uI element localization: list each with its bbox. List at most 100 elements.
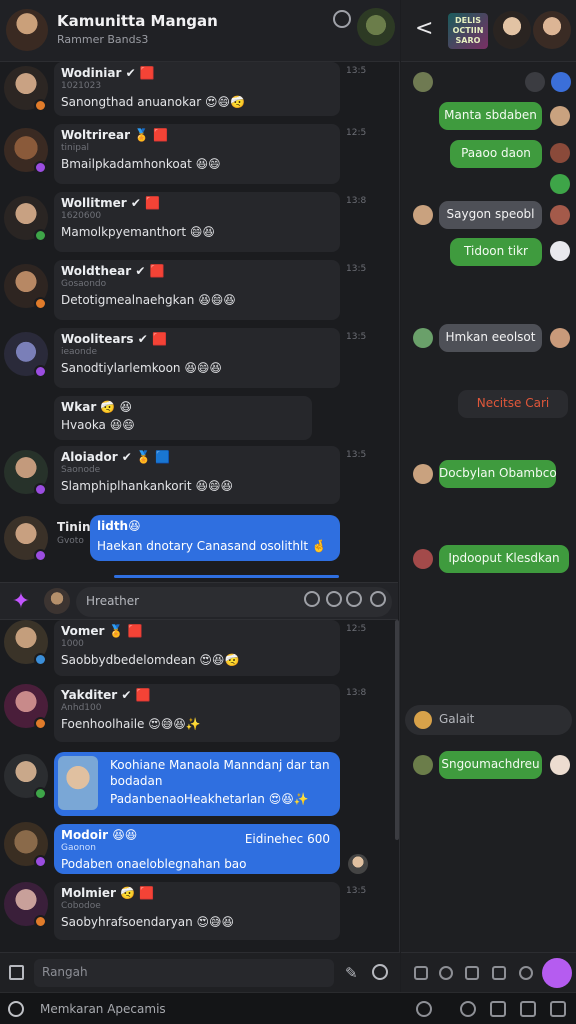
- chat-bubble[interactable]: Docbylan Obambco: [439, 460, 557, 488]
- message-text: Bmailpkadamhonkoat 😆😄: [61, 157, 221, 171]
- sticker-icon[interactable]: [492, 966, 506, 980]
- avatar[interactable]: [550, 328, 570, 348]
- message-meta: Anhd100: [61, 703, 102, 713]
- avatar[interactable]: [348, 854, 368, 874]
- highlighted-message[interactable]: Koohiane Manaola Manndanj dar tan bodada…: [54, 752, 340, 816]
- info-icon[interactable]: [8, 1001, 24, 1017]
- message-composer: Rangah ✎: [0, 952, 400, 992]
- message-text: Saobbydbedelomdean 😍😆🤕: [61, 653, 240, 667]
- back-icon[interactable]: <: [415, 16, 433, 41]
- status-badge: [34, 787, 47, 800]
- pen-icon[interactable]: ✎: [345, 964, 358, 982]
- message-card[interactable]: Woldthear ✔ 🟥 Gosaondo Detotigmealnaehgk…: [54, 260, 340, 320]
- message-right-label: Eidinehec 600: [244, 832, 330, 846]
- file-icon[interactable]: [465, 966, 479, 980]
- avatar[interactable]: [533, 11, 571, 49]
- avatar[interactable]: [413, 755, 433, 775]
- message-meta: ieaonde: [61, 347, 98, 357]
- emoji-icon[interactable]: [414, 711, 432, 729]
- send-button[interactable]: [542, 958, 572, 988]
- chat-bubble[interactable]: Paaoo daon: [450, 140, 542, 168]
- message-text: Podaben onaeloblegnahan bao: [61, 857, 247, 871]
- grid-icon[interactable]: [550, 1001, 566, 1017]
- message-text: PadanbenaoHeakhetarlan 😍😆✨: [110, 792, 309, 806]
- sparkle-icon[interactable]: ✦: [8, 589, 34, 615]
- dm-header: < DELIS OCTIIN SARO: [401, 0, 576, 62]
- avatar[interactable]: [550, 241, 570, 261]
- message-text: Haekan dnotary Canasand osolithlt 🤞: [97, 539, 327, 553]
- status-dot: [525, 72, 545, 92]
- message-input[interactable]: Rangah: [34, 959, 334, 987]
- message-meta: Gosaondo: [61, 279, 107, 289]
- dm-pane: < DELIS OCTIIN SARO Manta sbdaben Paaoo …: [401, 0, 576, 992]
- message-text: Sanongthad anuanokar 😍😄🤕: [61, 95, 245, 109]
- attach-icon[interactable]: [304, 591, 320, 607]
- info-icon[interactable]: [551, 72, 571, 92]
- avatar[interactable]: [493, 11, 531, 49]
- gif-icon[interactable]: [519, 966, 533, 980]
- image-icon[interactable]: [414, 966, 428, 980]
- message-card[interactable]: Wollitmer ✔ 🟥 1620600 Mamolkpyemanthort …: [54, 192, 340, 252]
- avatar[interactable]: [550, 174, 570, 194]
- dm-input[interactable]: Galait: [439, 712, 474, 726]
- chat-bubble[interactable]: Ipdooput Klesdkan: [439, 545, 569, 573]
- chat-bubble[interactable]: Hmkan eeolsot: [439, 324, 542, 352]
- menu-icon[interactable]: [9, 965, 24, 980]
- highlighted-message[interactable]: lidth😆 Haekan dnotary Canasand osolithlt…: [90, 515, 340, 561]
- reply-input[interactable]: Hreather: [76, 587, 392, 617]
- timestamp: 13:5: [346, 66, 367, 76]
- channel-avatar[interactable]: [6, 9, 48, 51]
- chat-bubble[interactable]: Manta sbdaben: [439, 102, 542, 130]
- channel-header: Kamunitta Mangan Rammer Bands3: [0, 0, 400, 62]
- message-card[interactable]: Vomer 🏅 🟥 1000 Saobbydbedelomdean 😍😆🤕: [54, 620, 340, 676]
- message-card[interactable]: Yakditer ✔ 🟥 Anhd100 Foenhoolhaile 😍😅😆✨: [54, 684, 340, 742]
- avatar[interactable]: [413, 464, 433, 484]
- highlighted-message[interactable]: Modoir 😆😆 Gaonon Eidinehec 600 Podaben o…: [54, 824, 340, 874]
- timestamp: 13:5: [346, 450, 367, 460]
- chevron-down-icon[interactable]: [370, 591, 386, 607]
- moon-icon[interactable]: [460, 1001, 476, 1017]
- chevron-down-icon[interactable]: [372, 964, 388, 980]
- avatar[interactable]: [413, 72, 433, 92]
- message-card[interactable]: Molmier 🤕 🟥 Cobodoe Saobyhrafsoendaryan …: [54, 882, 340, 940]
- attachment-thumbnail[interactable]: [58, 756, 98, 810]
- scrollbar[interactable]: [395, 620, 399, 840]
- chat-bubble[interactable]: Necitse Cari: [458, 390, 568, 418]
- author-name: Yakditer ✔ 🟥: [61, 688, 151, 702]
- avatar[interactable]: [413, 328, 433, 348]
- close-icon[interactable]: [520, 1001, 536, 1017]
- dm-toolbar: [401, 952, 576, 992]
- copy-icon[interactable]: [490, 1001, 506, 1017]
- avatar[interactable]: [413, 205, 433, 225]
- message-text: bodadan: [110, 774, 163, 788]
- message-card[interactable]: Wkar 🤕 😆 Hvaoka 😆😄: [54, 396, 312, 440]
- avatar[interactable]: [550, 143, 570, 163]
- message-card[interactable]: Woolitears ✔ 🟥 ieaonde Sanodtiylarlemkoo…: [54, 328, 340, 388]
- message-card[interactable]: Aloiador ✔ 🏅 🟦 Saonode Slamphiplhankanko…: [54, 446, 340, 504]
- message-card[interactable]: Woltrirear 🏅 🟥 tinipal Bmailpkadamhonkoa…: [54, 124, 340, 184]
- chat-bubble[interactable]: Saygon speobl: [439, 201, 542, 229]
- avatar[interactable]: [550, 755, 570, 775]
- app: Kamunitta Mangan Rammer Bands3 Wodiniar …: [0, 0, 576, 1024]
- emoji-icon[interactable]: [346, 591, 362, 607]
- chat-bubble[interactable]: Tidoon tikr: [450, 238, 542, 266]
- message-title: lidth😆: [97, 519, 141, 533]
- message-meta: 1021023: [61, 81, 102, 91]
- avatar[interactable]: [550, 106, 570, 126]
- chat-bubble[interactable]: Sngoumachdreu: [439, 751, 542, 779]
- author-name: Woolitears ✔ 🟥: [61, 332, 167, 346]
- dm-composer[interactable]: Galait: [405, 705, 572, 735]
- timestamp: 13:5: [346, 332, 367, 342]
- settings-icon[interactable]: [416, 1001, 432, 1017]
- avatar[interactable]: [550, 205, 570, 225]
- camera-icon[interactable]: [439, 966, 453, 980]
- message-card[interactable]: Wodiniar ✔ 🟥 1021023 Sanongthad anuanoka…: [54, 62, 340, 116]
- avatar[interactable]: [413, 549, 433, 569]
- author-name: Wollitmer ✔ 🟥: [61, 196, 161, 210]
- gif-icon[interactable]: [326, 591, 342, 607]
- channel-subtitle: Rammer Bands3: [57, 33, 149, 46]
- avatar[interactable]: [44, 588, 70, 614]
- timestamp: 12:5: [346, 624, 367, 634]
- search-icon[interactable]: [333, 10, 351, 28]
- group-avatar[interactable]: [357, 8, 395, 46]
